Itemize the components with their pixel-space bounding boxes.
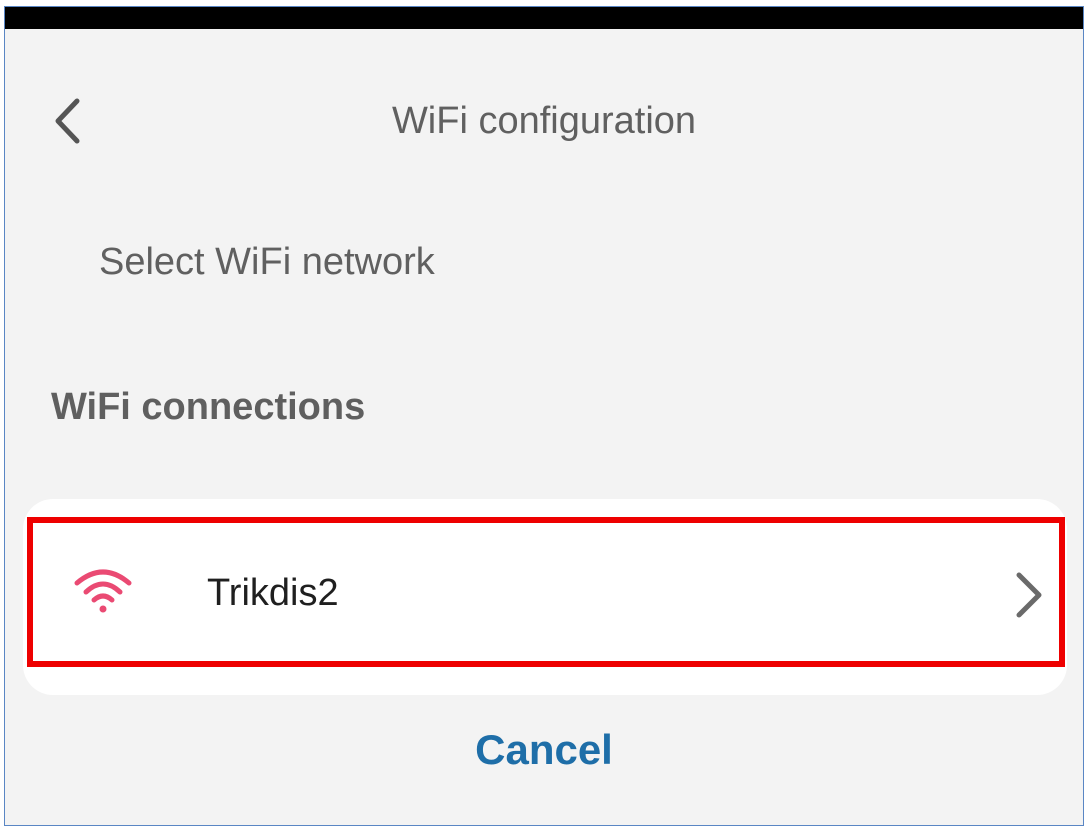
cancel-button[interactable]: Cancel	[5, 725, 1083, 775]
page-title: WiFi configuration	[391, 100, 697, 142]
wifi-icon	[74, 569, 132, 613]
app-screen: WiFi configuration Select WiFi network W…	[4, 6, 1084, 826]
section-heading: WiFi connections	[51, 386, 366, 428]
chevron-right-icon	[1016, 572, 1042, 618]
subtitle: Select WiFi network	[99, 241, 435, 283]
network-name: Trikdis2	[207, 572, 339, 614]
wifi-network-item[interactable]: Trikdis2	[27, 517, 1065, 667]
status-bar	[5, 7, 1083, 29]
